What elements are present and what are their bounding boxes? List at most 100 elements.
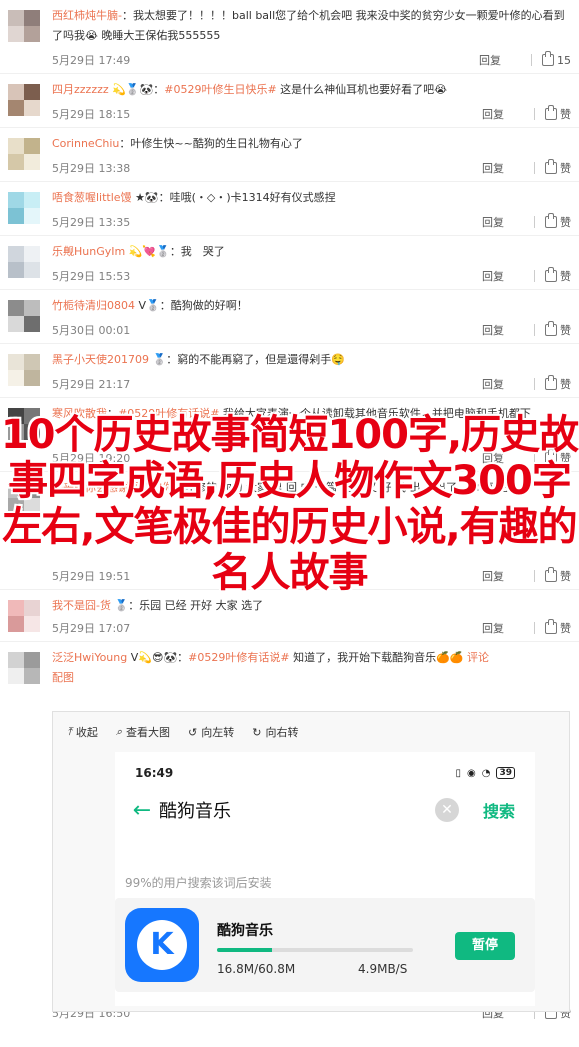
comment-time: 5月29日 21:17 [52, 378, 131, 391]
comment-username[interactable]: 西红柿炖牛腩- [52, 9, 122, 22]
thumbs-up-icon [545, 321, 557, 336]
thumbs-up-icon [545, 375, 557, 390]
thumbs-up-icon [545, 213, 557, 228]
comment-username[interactable]: 唔食葱喔little馒 [52, 191, 132, 204]
vibrate-icon: ▯ [455, 767, 461, 779]
status-time: 16:49 [135, 766, 174, 780]
comment-username[interactable]: 四月zzzzzz [52, 83, 109, 96]
comment-image[interactable]: ⤒ 收起 ⌕ 查看大图 ↺ 向左转 ↻ 向右转 16:49 ▯ ◉ ◔ 39 ← 酷狗音… [52, 711, 570, 1012]
thumbs-up-icon [545, 267, 557, 282]
comment-username[interactable]: 泛泛HwiYoung [52, 651, 127, 664]
like-count: 赞 [560, 622, 571, 635]
comment-username[interactable]: 黑子小天使201709 [52, 353, 149, 366]
reply-button[interactable]: 回复 [482, 214, 528, 230]
divider [534, 324, 535, 336]
phone-screenshot: 16:49 ▯ ◉ ◔ 39 ← 酷狗音乐 ✕ 搜索 99%的用户搜索该词后安装… [115, 752, 535, 1006]
divider [531, 54, 532, 66]
signal-icon: ◉ [467, 767, 476, 779]
install-hint: 99%的用户搜索该词后安装 [125, 876, 272, 890]
comment-username[interactable]: 我不是囧-货 [52, 599, 111, 612]
reply-button[interactable]: 回复 [482, 160, 528, 176]
user-badges: 💫💘🥈 [128, 245, 170, 258]
comment-time: 5月29日 13:38 [52, 162, 131, 175]
reply-button[interactable]: 回复 [482, 620, 528, 636]
comment-text: 西红柿炖牛腩-：我太想要了！！！！ball ball您了给个机会吧 我来没中奖的… [52, 9, 565, 42]
collapse-button[interactable]: ⤒ 收起 [67, 724, 98, 740]
status-icons: ▯ ◉ ◔ 39 [455, 766, 515, 780]
app-icon-letter: K [150, 927, 174, 962]
download-speed: 4.9MB/S [358, 962, 408, 976]
comment-text: 泛泛HwiYoung V💫😎🐼：#0529叶修有话说# 知道了，我开始下载酷狗音… [52, 648, 572, 688]
comment-username[interactable]: 竹栀待清归0804 [52, 299, 135, 312]
divider [534, 378, 535, 390]
comment-text: 我不是囧-货 🥈：乐园 已经 开好 大家 选了 [52, 596, 572, 616]
reply-button[interactable]: 回复 [482, 268, 528, 284]
reply-button[interactable]: 回复 [482, 106, 528, 122]
comment-time: 5月29日 17:49 [52, 54, 131, 67]
avatar[interactable] [8, 652, 40, 684]
app-name: 酷狗音乐 [217, 923, 273, 939]
comment-username[interactable]: CorinneChiu [52, 137, 119, 150]
comment-item: 乐觍HunGyIm 💫💘🥈：我 哭了 5月29日 15:53 回复 赞 [0, 236, 579, 290]
topic-link[interactable]: #0529叶修生日快乐# [164, 83, 276, 96]
comment-text: 黑子小天使201709 🥈：窮的不能再窮了，但是還得剁手🤤 [52, 350, 572, 370]
battery-icon: 39 [496, 767, 515, 779]
comment-time: 5月29日 18:15 [52, 108, 131, 121]
topic-link[interactable]: #0529叶修有话说# [188, 651, 289, 664]
rotate-left-icon: ↺ [188, 725, 198, 739]
comment-time: 5月30日 00:01 [52, 324, 131, 337]
like-count: 赞 [560, 270, 571, 283]
thumbs-up-icon [545, 619, 557, 634]
thumbs-up-icon [545, 159, 557, 174]
avatar[interactable] [8, 600, 40, 632]
thumbs-up-icon [545, 105, 557, 120]
like-button[interactable]: 赞 [545, 321, 571, 338]
comment-text: 乐觍HunGyIm 💫💘🥈：我 哭了 [52, 242, 572, 262]
comment-actions: 回复 赞 [482, 619, 571, 636]
like-button[interactable]: 赞 [545, 159, 571, 176]
thumbs-up-icon [542, 51, 554, 66]
like-button[interactable]: 赞 [545, 375, 571, 392]
divider [534, 270, 535, 282]
kugou-app-icon: K [125, 908, 199, 982]
like-button[interactable]: 赞 [545, 267, 571, 284]
comment-item: 我不是囧-货 🥈：乐园 已经 开好 大家 选了 5月29日 17:07 回复 赞 [0, 590, 579, 642]
avatar[interactable] [8, 246, 40, 278]
like-button[interactable]: 赞 [545, 619, 571, 636]
app-download-card: K 酷狗音乐 16.8M/60.8M 4.9MB/S 暂停 [115, 898, 535, 992]
comment-item: 唔食葱喔little馒 ★🐼：哇哦(・◇・)卡1314好有仪式感捏 5月29日 … [0, 182, 579, 236]
comment-text: 唔食葱喔little馒 ★🐼：哇哦(・◇・)卡1314好有仪式感捏 [52, 188, 572, 208]
like-button[interactable]: 赞 [545, 213, 571, 230]
reply-button[interactable]: 回复 [482, 322, 528, 338]
divider [534, 108, 535, 120]
rotate-right-button[interactable]: ↻ 向右转 [252, 724, 298, 740]
rotate-left-button[interactable]: ↺ 向左转 [188, 724, 234, 740]
comment-time: 5月29日 17:07 [52, 622, 131, 635]
avatar[interactable] [8, 192, 40, 224]
search-input: 酷狗音乐 [159, 801, 231, 822]
user-badges: 🥈 [152, 353, 167, 366]
image-toolbar: ⤒ 收起 ⌕ 查看大图 ↺ 向左转 ↻ 向右转 [53, 712, 569, 752]
avatar[interactable] [8, 84, 40, 116]
view-comment-link[interactable]: 评论 [467, 651, 489, 664]
pause-button: 暂停 [455, 932, 515, 960]
reply-button[interactable]: 回复 [482, 376, 528, 392]
picture-link[interactable]: 配图 [52, 671, 74, 684]
comment-actions: 回复 赞 [482, 159, 571, 176]
comment-text: CorinneChiu：叶修生快~~酷狗的生日礼物有心了 [52, 137, 303, 150]
avatar[interactable] [8, 10, 40, 42]
like-button[interactable]: 15 [542, 51, 571, 67]
wifi-icon: ◔ [481, 767, 491, 779]
comment-username[interactable]: 乐觍HunGyIm [52, 245, 125, 258]
divider [534, 162, 535, 174]
download-size: 16.8M/60.8M [217, 962, 296, 976]
divider [534, 622, 535, 634]
comment-item: 竹栀待清归0804 V🥈：酷狗做的好啊！ 5月30日 00:01 回复 赞 [0, 290, 579, 344]
avatar[interactable] [8, 138, 40, 170]
reply-button[interactable]: 回复 [479, 52, 525, 68]
like-button[interactable]: 赞 [545, 105, 571, 122]
avatar[interactable] [8, 354, 40, 386]
view-large-button[interactable]: ⌕ 查看大图 [116, 724, 170, 740]
avatar[interactable] [8, 300, 40, 332]
like-count: 赞 [560, 378, 571, 391]
